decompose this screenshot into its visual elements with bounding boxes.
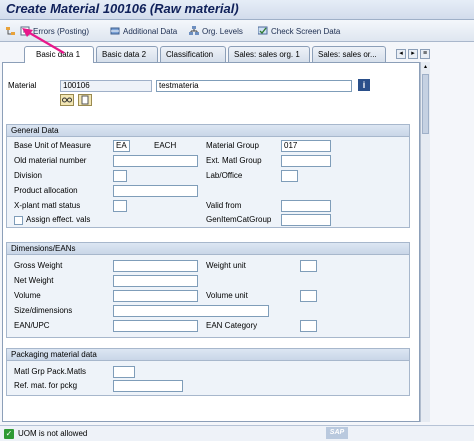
tab-scroll-right-button[interactable]: ▸ bbox=[408, 49, 418, 59]
ref-mat-field[interactable] bbox=[113, 380, 183, 392]
general-data-header: General Data bbox=[7, 125, 409, 137]
additional-data-icon bbox=[110, 26, 120, 36]
tab-label: Sales: sales org. 1 bbox=[234, 50, 300, 59]
tab-sales-org-2[interactable]: Sales: sales or... bbox=[312, 46, 386, 62]
tab-classification[interactable]: Classification bbox=[160, 46, 226, 62]
scroll-up-icon[interactable]: ▴ bbox=[422, 64, 429, 71]
ean-category-label: EAN Category bbox=[206, 321, 258, 330]
tab-basic-data-2[interactable]: Basic data 2 bbox=[96, 46, 158, 62]
volume-field[interactable] bbox=[113, 290, 198, 302]
scroll-thumb[interactable] bbox=[422, 74, 429, 134]
structure-icon bbox=[6, 26, 16, 36]
material-description-field[interactable]: testmateria bbox=[156, 80, 352, 92]
check-screen-icon bbox=[257, 26, 268, 36]
info-icon[interactable]: i bbox=[358, 79, 370, 91]
valid-from-field[interactable] bbox=[281, 200, 331, 212]
division-field[interactable] bbox=[113, 170, 127, 182]
tab-scroll-left-button[interactable]: ◂ bbox=[396, 49, 406, 59]
base-uom-label: Base Unit of Measure bbox=[14, 141, 91, 150]
gen-item-cat-label: GenItemCatGroup bbox=[206, 215, 272, 224]
tab-strip: Basic data 1 Basic data 2 Classification… bbox=[0, 46, 474, 63]
ext-matl-group-label: Ext. Matl Group bbox=[206, 156, 262, 165]
ean-category-field[interactable] bbox=[300, 320, 317, 332]
tab-list-button[interactable]: ≡ bbox=[420, 49, 430, 59]
matl-grp-pack-field[interactable] bbox=[113, 366, 135, 378]
title-bar: Create Material 100106 (Raw material) bbox=[0, 0, 474, 20]
status-message[interactable]: UOM is not allowed bbox=[18, 428, 87, 440]
weight-unit-label: Weight unit bbox=[206, 261, 246, 270]
additional-data-button[interactable]: Additional Data bbox=[110, 24, 177, 38]
valid-from-label: Valid from bbox=[206, 201, 242, 210]
old-material-label: Old material number bbox=[14, 156, 87, 165]
division-label: Division bbox=[14, 171, 43, 180]
material-number-field[interactable]: 100106 bbox=[60, 80, 152, 92]
sap-logo: SAP bbox=[326, 427, 348, 439]
additional-data-label: Additional Data bbox=[123, 26, 178, 36]
ext-matl-group-field[interactable] bbox=[281, 155, 331, 167]
tab-sales-org-1[interactable]: Sales: sales org. 1 bbox=[228, 46, 310, 62]
chevron-right-icon: ▸ bbox=[411, 50, 415, 57]
packaging-header: Packaging material data bbox=[7, 349, 409, 361]
gross-weight-field[interactable] bbox=[113, 260, 198, 272]
glasses-icon bbox=[62, 97, 72, 103]
structure-button[interactable] bbox=[6, 24, 16, 38]
volume-unit-label: Volume unit bbox=[206, 291, 248, 300]
tab-label: Classification bbox=[166, 50, 214, 59]
gross-weight-label: Gross Weight bbox=[14, 261, 63, 270]
material-group-field[interactable]: 017 bbox=[281, 140, 331, 152]
size-dimensions-field[interactable] bbox=[113, 305, 269, 317]
volume-unit-field[interactable] bbox=[300, 290, 317, 302]
xplant-status-label: X-plant matl status bbox=[14, 201, 81, 210]
size-dimensions-label: Size/dimensions bbox=[14, 306, 73, 315]
tab-label: Sales: sales or... bbox=[318, 50, 377, 59]
glasses-button[interactable] bbox=[60, 94, 74, 106]
product-allocation-field[interactable] bbox=[113, 185, 198, 197]
org-levels-button[interactable]: Org. Levels bbox=[189, 24, 243, 38]
weight-unit-field[interactable] bbox=[300, 260, 317, 272]
ean-upc-field[interactable] bbox=[113, 320, 198, 332]
matl-grp-pack-label: Matl Grp Pack.Matls bbox=[14, 367, 87, 376]
lab-office-label: Lab/Office bbox=[206, 171, 243, 180]
application-toolbar: Errors (Posting) Additional Data Org. Le… bbox=[0, 20, 474, 42]
old-material-field[interactable] bbox=[113, 155, 198, 167]
tab-label: Basic data 2 bbox=[102, 50, 147, 59]
chevron-left-icon: ◂ bbox=[399, 50, 403, 57]
material-group-label: Material Group bbox=[206, 141, 259, 150]
xplant-status-field[interactable] bbox=[113, 200, 127, 212]
org-levels-icon bbox=[189, 26, 199, 36]
net-weight-label: Net Weight bbox=[14, 276, 54, 285]
window-title: Create Material 100106 (Raw material) bbox=[6, 1, 239, 16]
dimensions-header: Dimensions/EANs bbox=[7, 243, 409, 255]
assign-effect-label: Assign effect. vals bbox=[26, 215, 91, 224]
annotation-arrow bbox=[22, 28, 65, 54]
document-icon bbox=[81, 95, 89, 105]
check-screen-data-label: Check Screen Data bbox=[271, 26, 341, 36]
ref-mat-label: Ref. mat. for pckg bbox=[14, 381, 78, 390]
check-screen-data-button[interactable]: Check Screen Data bbox=[257, 24, 341, 38]
assign-effect-checkbox[interactable] bbox=[14, 216, 23, 225]
base-uom-text: EACH bbox=[154, 141, 177, 150]
list-icon: ≡ bbox=[422, 50, 428, 57]
net-weight-field[interactable] bbox=[113, 275, 198, 287]
lab-office-field[interactable] bbox=[281, 170, 298, 182]
product-allocation-label: Product allocation bbox=[14, 186, 78, 195]
volume-label: Volume bbox=[14, 291, 41, 300]
org-levels-label: Org. Levels bbox=[202, 26, 243, 36]
base-uom-field[interactable]: EA bbox=[113, 140, 130, 152]
long-text-button[interactable] bbox=[78, 94, 92, 106]
gen-item-cat-field[interactable] bbox=[281, 214, 331, 226]
ean-upc-label: EAN/UPC bbox=[14, 321, 50, 330]
vertical-scrollbar[interactable]: ▴ bbox=[420, 62, 430, 422]
material-label: Material bbox=[8, 81, 37, 90]
success-check-icon: ✓ bbox=[4, 429, 14, 439]
status-bar: ✓ UOM is not allowed SAP bbox=[0, 425, 474, 441]
